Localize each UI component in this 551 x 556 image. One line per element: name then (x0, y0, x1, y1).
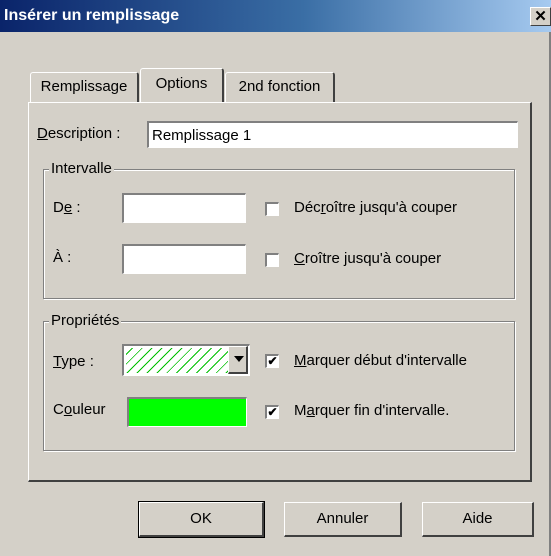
window-title: Insérer un remplissage (4, 7, 180, 24)
intervalle-legend: Intervalle (49, 160, 114, 177)
annuler-button[interactable]: Annuler (284, 502, 402, 537)
a-input[interactable] (124, 246, 245, 273)
aide-button-label: Aide (462, 510, 493, 527)
decroitre-label[interactable]: Décroître jusqu'à couper (294, 199, 457, 216)
marquer-fin-label[interactable]: Marquer fin d'intervalle. (294, 402, 449, 419)
de-label: De : (53, 199, 81, 216)
checkmark-icon: ✔ (267, 354, 278, 368)
marquer-debut-label[interactable]: Marquer début d'intervalle (294, 352, 467, 369)
tab-label: 2nd fonction (238, 78, 321, 95)
proprietes-legend: Propriétés (49, 312, 122, 329)
title-bar[interactable]: Insérer un remplissage ✕ (0, 0, 551, 32)
description-field[interactable] (147, 121, 518, 148)
croitre-label[interactable]: Croître jusqu'à couper (294, 250, 441, 267)
description-label: Description : (37, 125, 121, 142)
marquer-debut-checkbox[interactable]: ✔ (265, 354, 279, 368)
de-field[interactable] (122, 193, 246, 223)
tab-options[interactable]: Options (140, 68, 224, 102)
chevron-down-icon (234, 356, 244, 362)
close-button[interactable]: ✕ (530, 7, 551, 26)
ok-button-label: OK (190, 510, 212, 527)
a-field[interactable] (122, 244, 246, 274)
marquer-fin-checkbox[interactable]: ✔ (265, 405, 279, 419)
aide-button[interactable]: Aide (422, 502, 534, 537)
decroitre-checkbox[interactable] (265, 202, 279, 216)
croitre-checkbox[interactable] (265, 253, 279, 267)
type-dropdown-button[interactable] (228, 346, 248, 374)
description-input[interactable] (149, 123, 517, 147)
proprietes-groupbox (43, 321, 515, 451)
dialog-window: Insérer un remplissage ✕ Remplissage Opt… (0, 0, 551, 556)
a-label: À : (53, 249, 72, 266)
couleur-label: Couleur (53, 401, 106, 418)
tab-label: Remplissage (40, 78, 128, 95)
couleur-swatch-button[interactable] (127, 397, 247, 427)
tab-panel-options: Description : Intervalle De : Décroître … (28, 102, 532, 482)
tab-label: Options (155, 75, 208, 92)
tab-remplissage[interactable]: Remplissage (30, 72, 139, 102)
checkmark-icon: ✔ (267, 405, 278, 419)
tab-2nd-fonction[interactable]: 2nd fonction (225, 72, 335, 102)
type-label: Type : (53, 353, 94, 370)
intervalle-groupbox (43, 169, 515, 299)
de-input[interactable] (124, 195, 245, 222)
annuler-button-label: Annuler (316, 510, 369, 527)
close-icon: ✕ (534, 8, 547, 25)
ok-button[interactable]: OK (138, 501, 265, 538)
